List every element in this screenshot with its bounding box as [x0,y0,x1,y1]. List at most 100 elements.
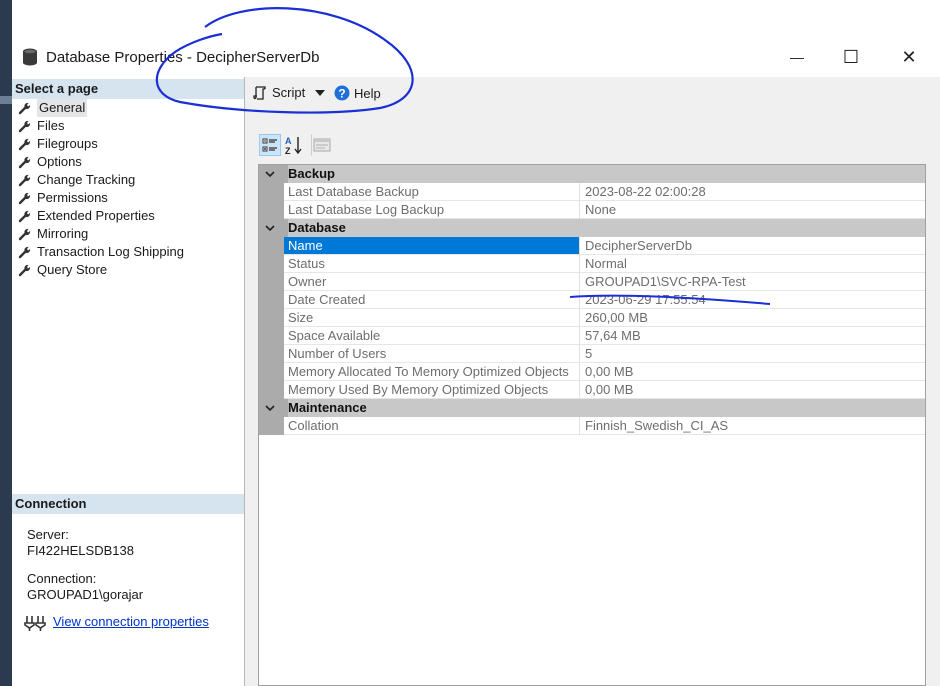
property-value[interactable]: 5 [580,345,925,363]
property-row[interactable]: Collation Finnish_Swedish_CI_AS [259,417,925,435]
grid-empty-area [259,435,284,685]
page-item-options[interactable]: Options [18,153,82,171]
wrench-icon [18,264,31,277]
page-item-filegroups[interactable]: Filegroups [18,135,98,153]
maximize-button[interactable]: ☐ [828,40,874,74]
grid-gutter [259,363,284,381]
property-row[interactable]: Memory Used By Memory Optimized Objects 0… [259,381,925,399]
property-name[interactable]: Last Database Log Backup [284,201,580,219]
page-item-extended-properties[interactable]: Extended Properties [18,207,155,225]
property-value[interactable]: None [580,201,925,219]
page-item-label: Files [37,118,65,133]
property-row[interactable]: Status Normal [259,255,925,273]
connection-value: GROUPAD1\gorajar [27,587,144,602]
property-row[interactable]: Last Database Backup 2023-08-22 02:00:28 [259,183,925,201]
background-window-edge [0,0,12,686]
property-name[interactable]: Size [284,309,580,327]
page-item-permissions[interactable]: Permissions [18,189,108,207]
grid-gutter [259,327,284,345]
svg-text:?: ? [338,87,345,101]
alphabetical-button[interactable]: A Z [283,134,305,156]
property-name[interactable]: Name [284,237,580,255]
property-row[interactable]: Memory Allocated To Memory Optimized Obj… [259,363,925,381]
toolbar: Script ? Help [245,77,940,111]
property-row[interactable]: Number of Users 5 [259,345,925,363]
property-name[interactable]: Collation [284,417,580,435]
script-icon [253,85,266,100]
property-value[interactable]: Finnish_Swedish_CI_AS [580,417,925,435]
property-row[interactable]: Owner GROUPAD1\SVC-RPA-Test [259,273,925,291]
property-name[interactable]: Space Available [284,327,580,345]
wrench-icon [18,174,31,187]
wrench-icon [18,228,31,241]
wrench-icon [18,210,31,223]
connection-plug-icon [24,616,46,631]
property-value[interactable]: 0,00 MB [580,381,925,399]
dropdown-arrow-icon[interactable] [314,88,326,98]
page-item-general[interactable]: General [18,99,88,117]
category-row-maintenance[interactable]: Maintenance [259,399,925,417]
property-name[interactable]: Owner [284,273,580,291]
maximize-icon: ☐ [842,46,860,67]
property-row[interactable]: Space Available 57,64 MB [259,327,925,345]
page-item-label: Query Store [37,262,108,277]
category-row-database[interactable]: Database [259,219,925,237]
property-name[interactable]: Memory Used By Memory Optimized Objects [284,381,580,399]
page-item-query-store[interactable]: Query Store [18,261,107,279]
wrench-icon [18,102,31,115]
property-value[interactable]: 260,00 MB [580,309,925,327]
collapse-chevron-icon[interactable] [265,169,275,179]
collapse-chevron-icon[interactable] [265,403,275,413]
property-value[interactable]: DecipherServerDb [580,237,925,255]
property-name[interactable]: Status [284,255,580,273]
property-row[interactable]: Size 260,00 MB [259,309,925,327]
script-button[interactable]: Script [253,85,326,100]
window-title: Database Properties - DecipherServerDb [46,49,320,66]
property-value[interactable]: 2023-08-22 02:00:28 [580,183,925,201]
property-value[interactable]: 2023-06-29 17:55:54 [580,291,925,309]
page-item-files[interactable]: Files [18,117,64,135]
minimize-button[interactable]: — [774,40,820,74]
page-item-label: Transaction Log Shipping [37,244,184,259]
page-item-label: Extended Properties [37,208,155,223]
close-button[interactable]: ✕ [886,40,932,74]
svg-text:Z: Z [285,146,291,155]
wrench-icon [18,138,31,151]
property-value[interactable]: Normal [580,255,925,273]
database-icon [23,48,37,66]
help-button[interactable]: ? Help [334,85,381,101]
property-value[interactable]: 57,64 MB [580,327,925,345]
category-row-backup[interactable]: Backup [259,165,925,183]
wrench-icon [18,120,31,133]
property-name[interactable]: Date Created [284,291,580,309]
property-name[interactable]: Number of Users [284,345,580,363]
categorized-button[interactable] [259,134,281,156]
category-label: Maintenance [288,399,925,417]
property-name[interactable]: Memory Allocated To Memory Optimized Obj… [284,363,580,381]
wrench-icon [18,246,31,259]
view-connection-properties-link[interactable]: View connection properties [53,614,209,629]
page-item-mirroring[interactable]: Mirroring [18,225,88,243]
page-item-transaction-log-shipping[interactable]: Transaction Log Shipping [18,243,184,261]
connection-label: Connection: [27,571,97,586]
page-item-change-tracking[interactable]: Change Tracking [18,171,135,189]
property-value[interactable]: 0,00 MB [580,363,925,381]
property-row[interactable]: Last Database Log Backup None [259,201,925,219]
help-icon: ? [334,85,350,101]
content-area: A Z Backup Last Database Backup 2023-08-22… [245,110,940,686]
page-item-label: Mirroring [37,226,89,241]
property-value[interactable]: GROUPAD1\SVC-RPA-Test [580,273,925,291]
property-name[interactable]: Last Database Backup [284,183,580,201]
minimize-icon: — [790,49,804,65]
page-item-label: Permissions [37,190,108,205]
grid-gutter [259,183,284,201]
property-row[interactable]: Name DecipherServerDb [259,237,925,255]
page-item-label: Filegroups [37,136,98,151]
grid-gutter [259,237,284,255]
grid-gutter [259,201,284,219]
property-pages-button [311,134,333,156]
category-label: Backup [288,165,925,183]
collapse-chevron-icon[interactable] [265,223,275,233]
property-row[interactable]: Date Created 2023-06-29 17:55:54 [259,291,925,309]
sort-alphabetical-icon: A Z [285,136,302,155]
